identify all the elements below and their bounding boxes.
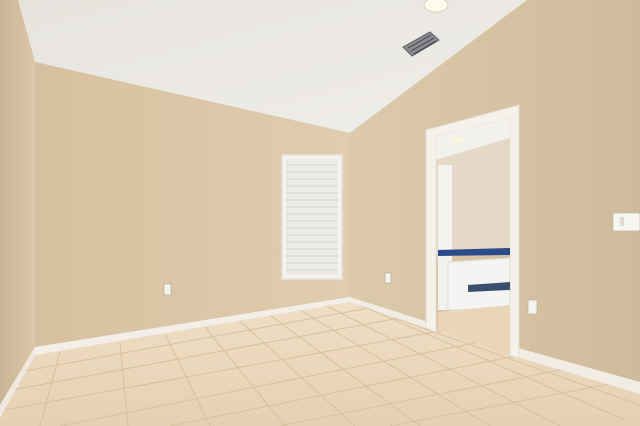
outlet-icon: [163, 283, 172, 296]
bathroom-light: [453, 137, 463, 143]
left-wall: [0, 0, 35, 412]
switch-toggle: [620, 217, 624, 226]
light-switch-icon: [612, 212, 640, 232]
outlet-icon: [384, 272, 392, 284]
room-scene: [0, 0, 640, 426]
window: [281, 154, 343, 280]
bathroom-doorway: [425, 104, 520, 359]
outlet-icon: [527, 299, 538, 315]
ceiling-light-icon: [423, 0, 449, 13]
